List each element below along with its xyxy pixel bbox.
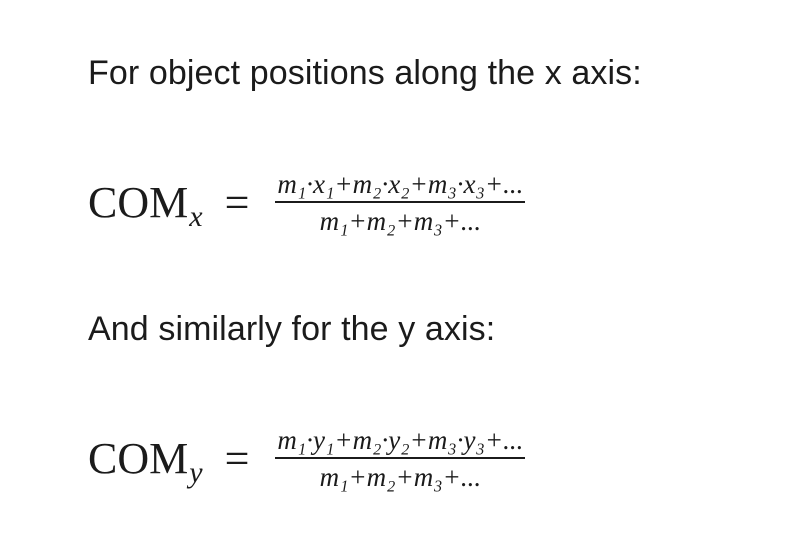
com-y-equals-sign: =	[224, 434, 250, 483]
similarly-text: And similarly for the y axis:	[88, 310, 496, 348]
com-x-equals-sign: =	[224, 178, 250, 227]
com-y-subscript: y	[189, 456, 203, 489]
com-x-fraction-bar	[275, 201, 526, 203]
com-y-numerator: m₁·y₁+m₂·y₂+m₃·y₃+...	[277, 425, 524, 455]
com-y-denominator: m₁+m₂+m₃+...	[319, 462, 482, 492]
com-x-fraction: m₁·x₁+m₂·x₂+m₃·x₃+... m₁+m₂+m₃+...	[275, 168, 526, 237]
com-y-lhs: COM y	[88, 433, 203, 489]
intro-text: For object positions along the x axis:	[88, 54, 642, 92]
com-x-denominator: m₁+m₂+m₃+...	[319, 206, 482, 236]
com-y-fraction: m₁·y₁+m₂·y₂+m₃·y₃+... m₁+m₂+m₃+...	[275, 424, 526, 493]
com-x-label: COM	[88, 178, 189, 227]
com-y-equation: COM y = m₁·y₁+m₂·y₂+m₃·y₃+... m₁+m₂+m₃+..…	[88, 424, 526, 493]
com-x-subscript: x	[189, 200, 203, 233]
com-x-equation: COM x = m₁·x₁+m₂·x₂+m₃·x₃+... m₁+m₂+m₃+..…	[88, 168, 526, 237]
com-y-fraction-bar	[275, 457, 526, 459]
com-y-label: COM	[88, 434, 189, 483]
com-x-numerator: m₁·x₁+m₂·x₂+m₃·x₃+...	[277, 169, 524, 199]
com-x-lhs: COM x	[88, 177, 203, 233]
